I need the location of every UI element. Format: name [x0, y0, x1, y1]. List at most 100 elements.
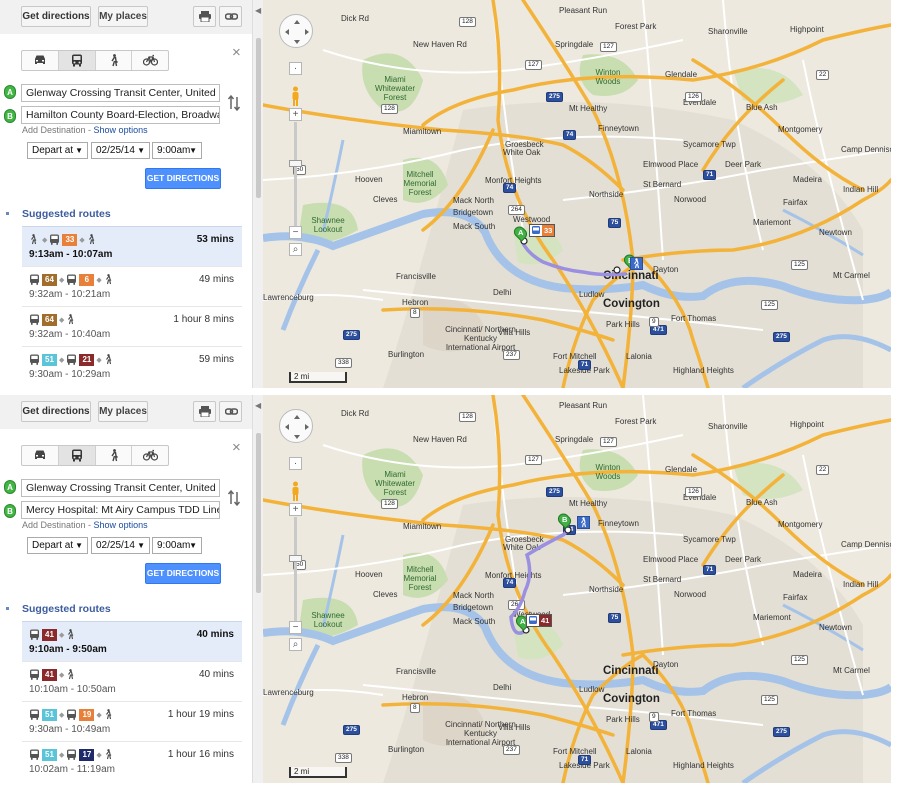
- mode-walking[interactable]: [96, 51, 133, 70]
- route-time-range: 9:32am - 10:40am: [29, 329, 111, 340]
- car-icon: [35, 450, 45, 459]
- show-options-link[interactable]: Show options: [94, 125, 148, 135]
- my-places-button[interactable]: My places: [98, 401, 148, 422]
- bus-icon: [30, 709, 39, 720]
- route-duration: 1 hour 8 mins: [173, 314, 234, 325]
- date-select[interactable]: 02/25/14 ▼: [91, 142, 150, 159]
- close-directions-icon[interactable]: ×: [232, 44, 241, 61]
- bus-icon: [30, 314, 39, 325]
- origin-input[interactable]: Glenway Crossing Transit Center, United …: [21, 84, 220, 102]
- route-badge: 51: [42, 708, 57, 721]
- map-destination-walk[interactable]: [630, 257, 643, 270]
- route-badge: 64: [42, 313, 57, 326]
- depart-select[interactable]: Depart at ▼: [27, 142, 88, 159]
- chevron-down-icon: ▼: [137, 146, 145, 155]
- collapse-panel-icon[interactable]: ◀: [255, 401, 261, 410]
- step-separator: ◆: [59, 631, 65, 639]
- get-directions-submit-button[interactable]: GET DIRECTIONS: [145, 563, 221, 584]
- mode-bicycling[interactable]: [132, 51, 168, 70]
- route-time-range: 10:10am - 10:50am: [29, 684, 116, 695]
- route-steps: 41 ◆: [29, 628, 77, 641]
- mode-driving[interactable]: [22, 51, 59, 70]
- link-button[interactable]: [219, 401, 242, 422]
- step-separator: ◆: [59, 751, 65, 759]
- pin-b-letter: B: [561, 515, 568, 525]
- get-directions-submit-button[interactable]: GET DIRECTIONS: [145, 168, 221, 189]
- bus-icon: [529, 616, 537, 624]
- map-stop-badge[interactable]: 41: [526, 614, 553, 627]
- mode-transit[interactable]: [58, 446, 96, 465]
- route-option[interactable]: 41 ◆ 40 mins 9:10am - 9:50am: [22, 621, 242, 661]
- time-select[interactable]: 9:00am ▼: [152, 537, 202, 554]
- walk-icon: [110, 54, 118, 67]
- bus-icon: [30, 274, 39, 285]
- route-steps: 51 ◆ 19 ◆: [29, 708, 115, 721]
- map-stop-route-number: 33: [542, 225, 555, 236]
- suggested-routes-heading[interactable]: Suggested routes: [22, 208, 111, 220]
- map-canvas[interactable]: Dick Rd New Haven Rd Pleasant Run Forest…: [263, 395, 891, 783]
- destination-marker: B: [4, 504, 16, 518]
- route-option[interactable]: ◆ 33 ◆ 53 mins 9:13am - 10:07am: [22, 226, 242, 266]
- route-path: [519, 236, 627, 277]
- mode-transit[interactable]: [58, 51, 96, 70]
- my-places-button[interactable]: My places: [98, 6, 148, 27]
- panel-scrollbar[interactable]: [256, 38, 261, 198]
- destination-input[interactable]: Hamilton County Board-Election, Broadway…: [21, 106, 220, 124]
- depart-select[interactable]: Depart at ▼: [27, 537, 88, 554]
- print-button[interactable]: [193, 401, 216, 422]
- step-separator: ◆: [59, 276, 65, 284]
- route-option[interactable]: 64 ◆ 6 ◆ 49 mins 9:32am - 10:21am: [22, 266, 242, 306]
- origin-marker: A: [4, 85, 16, 99]
- options-separator: -: [85, 520, 94, 530]
- screenshot-panel-2: Get directions My places × A Glenway Cro…: [0, 395, 900, 783]
- route-badge: 64: [42, 273, 57, 286]
- get-directions-button[interactable]: Get directions: [21, 6, 91, 27]
- origin-input[interactable]: Glenway Crossing Transit Center, United …: [21, 479, 220, 497]
- print-button[interactable]: [193, 6, 216, 27]
- bus-icon: [67, 709, 77, 720]
- route-duration: 40 mins: [196, 629, 234, 640]
- swap-icon[interactable]: [227, 489, 241, 507]
- route-option[interactable]: 51 ◆ 21 ◆ 59 mins 9:30am - 10:29am: [22, 346, 242, 386]
- route-option[interactable]: 64 ◆ 1 hour 8 mins 9:32am - 10:40am: [22, 306, 242, 346]
- chevron-down-icon: ▼: [189, 146, 197, 155]
- time-select[interactable]: 9:00am ▼: [152, 142, 202, 159]
- route-option[interactable]: 41 ◆ 40 mins 10:10am - 10:50am: [22, 661, 242, 701]
- route-badge: 51: [42, 748, 57, 761]
- route-badge: 19: [79, 708, 95, 721]
- bus-icon: [30, 749, 39, 760]
- add-destination-link[interactable]: Add Destination: [22, 125, 86, 135]
- date-select[interactable]: 02/25/14 ▼: [91, 537, 150, 554]
- mode-driving[interactable]: [22, 446, 59, 465]
- add-destination-link[interactable]: Add Destination: [22, 520, 86, 530]
- depart-value: Depart at: [32, 540, 74, 551]
- show-options-link[interactable]: Show options: [94, 520, 148, 530]
- route-steps: 41 ◆: [29, 668, 77, 681]
- map-stop-badge[interactable]: 33: [529, 224, 556, 237]
- route-badge: 41: [42, 628, 57, 641]
- section-bullet: [6, 607, 9, 610]
- walk-small-icon: [88, 233, 95, 244]
- swap-icon[interactable]: [227, 94, 241, 112]
- collapse-panel-icon[interactable]: ◀: [255, 6, 261, 15]
- origin-marker: A: [4, 480, 16, 494]
- map-canvas[interactable]: Dick Rd New Haven Rd Pleasant Run Forest…: [263, 0, 891, 388]
- close-directions-icon[interactable]: ×: [232, 439, 241, 456]
- map-destination-walk[interactable]: [577, 516, 590, 529]
- destination-input[interactable]: Mercy Hospital: Mt Airy Campus TDD Line,…: [21, 501, 220, 519]
- get-directions-button[interactable]: Get directions: [21, 401, 91, 422]
- route-steps: ◆ 33 ◆: [29, 233, 98, 246]
- panel-scrollbar[interactable]: [256, 433, 261, 593]
- mode-walking[interactable]: [96, 446, 133, 465]
- walk-icon: [110, 449, 118, 462]
- mode-bicycling[interactable]: [132, 446, 168, 465]
- pin-a-letter: A: [519, 617, 526, 627]
- chevron-down-icon: ▼: [75, 541, 83, 550]
- route-option[interactable]: 51 ◆ 17 ◆ 1 hour 16 mins 10:02am - 11:19am: [22, 741, 242, 781]
- route-time-range: 9:32am - 10:21am: [29, 289, 111, 300]
- route-option[interactable]: 51 ◆ 19 ◆ 1 hour 19 mins 9:30am - 10:49am: [22, 701, 242, 741]
- suggested-routes-heading[interactable]: Suggested routes: [22, 603, 111, 615]
- link-button[interactable]: [219, 6, 242, 27]
- options-separator: -: [85, 125, 94, 135]
- step-separator: ◆: [96, 751, 102, 759]
